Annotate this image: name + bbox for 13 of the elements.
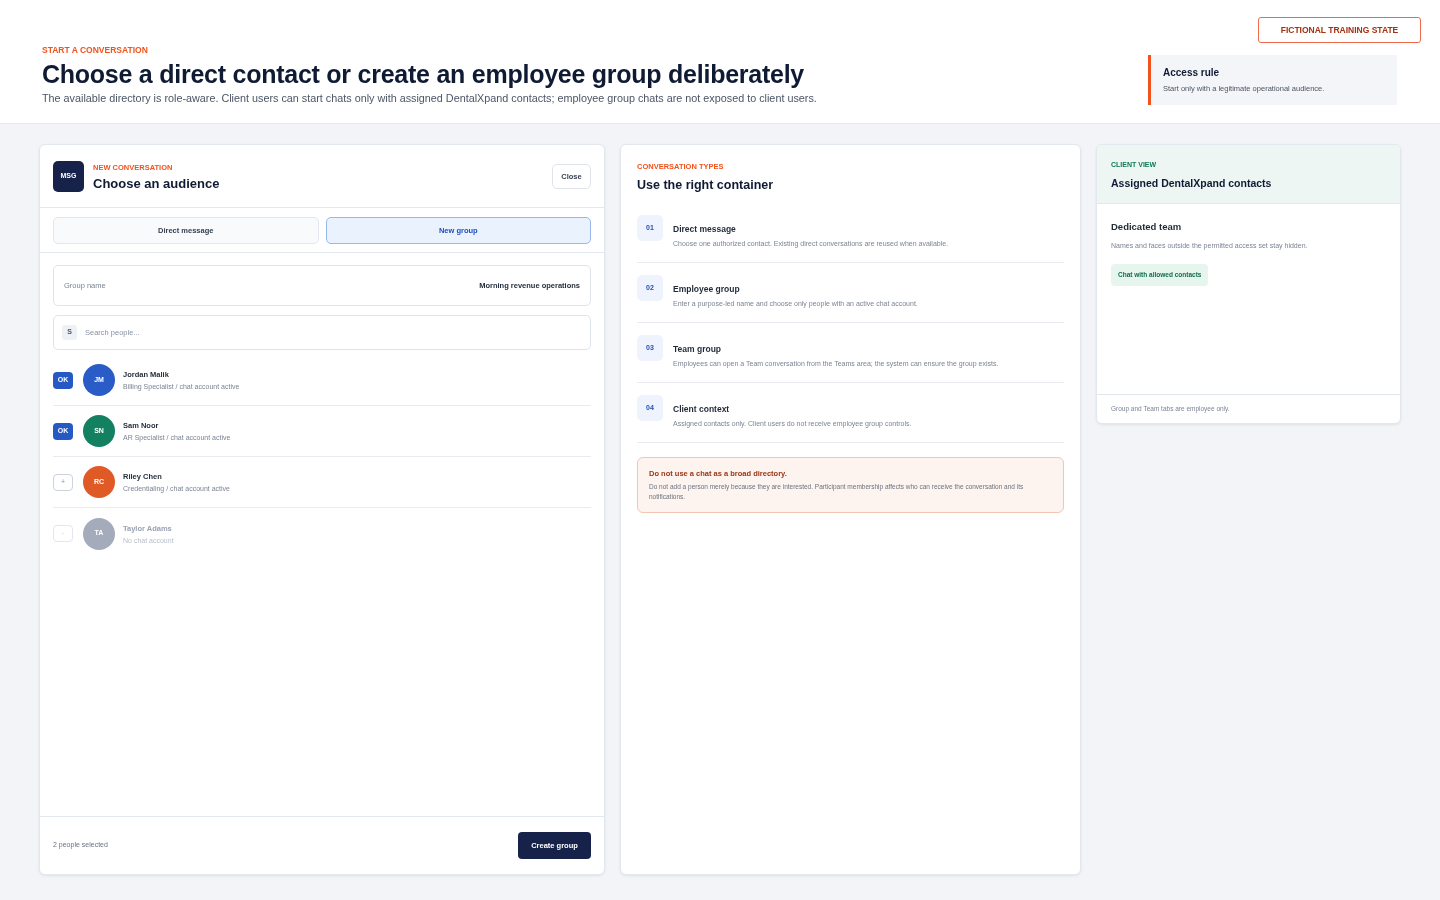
card-title: Choose an audience	[93, 175, 220, 192]
type-title: Employee group	[673, 283, 741, 296]
type-title: Client context	[673, 403, 731, 416]
card-title: Assigned DentalXpand contacts	[1111, 176, 1273, 190]
card-title: Use the right container	[637, 177, 775, 193]
page-title: Choose a direct contact or create an employee group deliberately	[42, 59, 805, 89]
type-title: Team group	[673, 343, 722, 356]
page-eyebrow: START A CONVERSATION	[42, 44, 149, 56]
training-state-label: FICTIONAL TRAINING STATE	[1258, 17, 1421, 43]
note-title: Access rule	[1163, 66, 1221, 79]
type-title: Direct message	[673, 223, 737, 236]
page-subtitle: The available directory is role-aware. Client users can start chats only with assigned DentalXpand contacts; employee group chats are not exposed to client users.	[42, 91, 817, 105]
section-title: Dedicated team	[1111, 220, 1182, 233]
